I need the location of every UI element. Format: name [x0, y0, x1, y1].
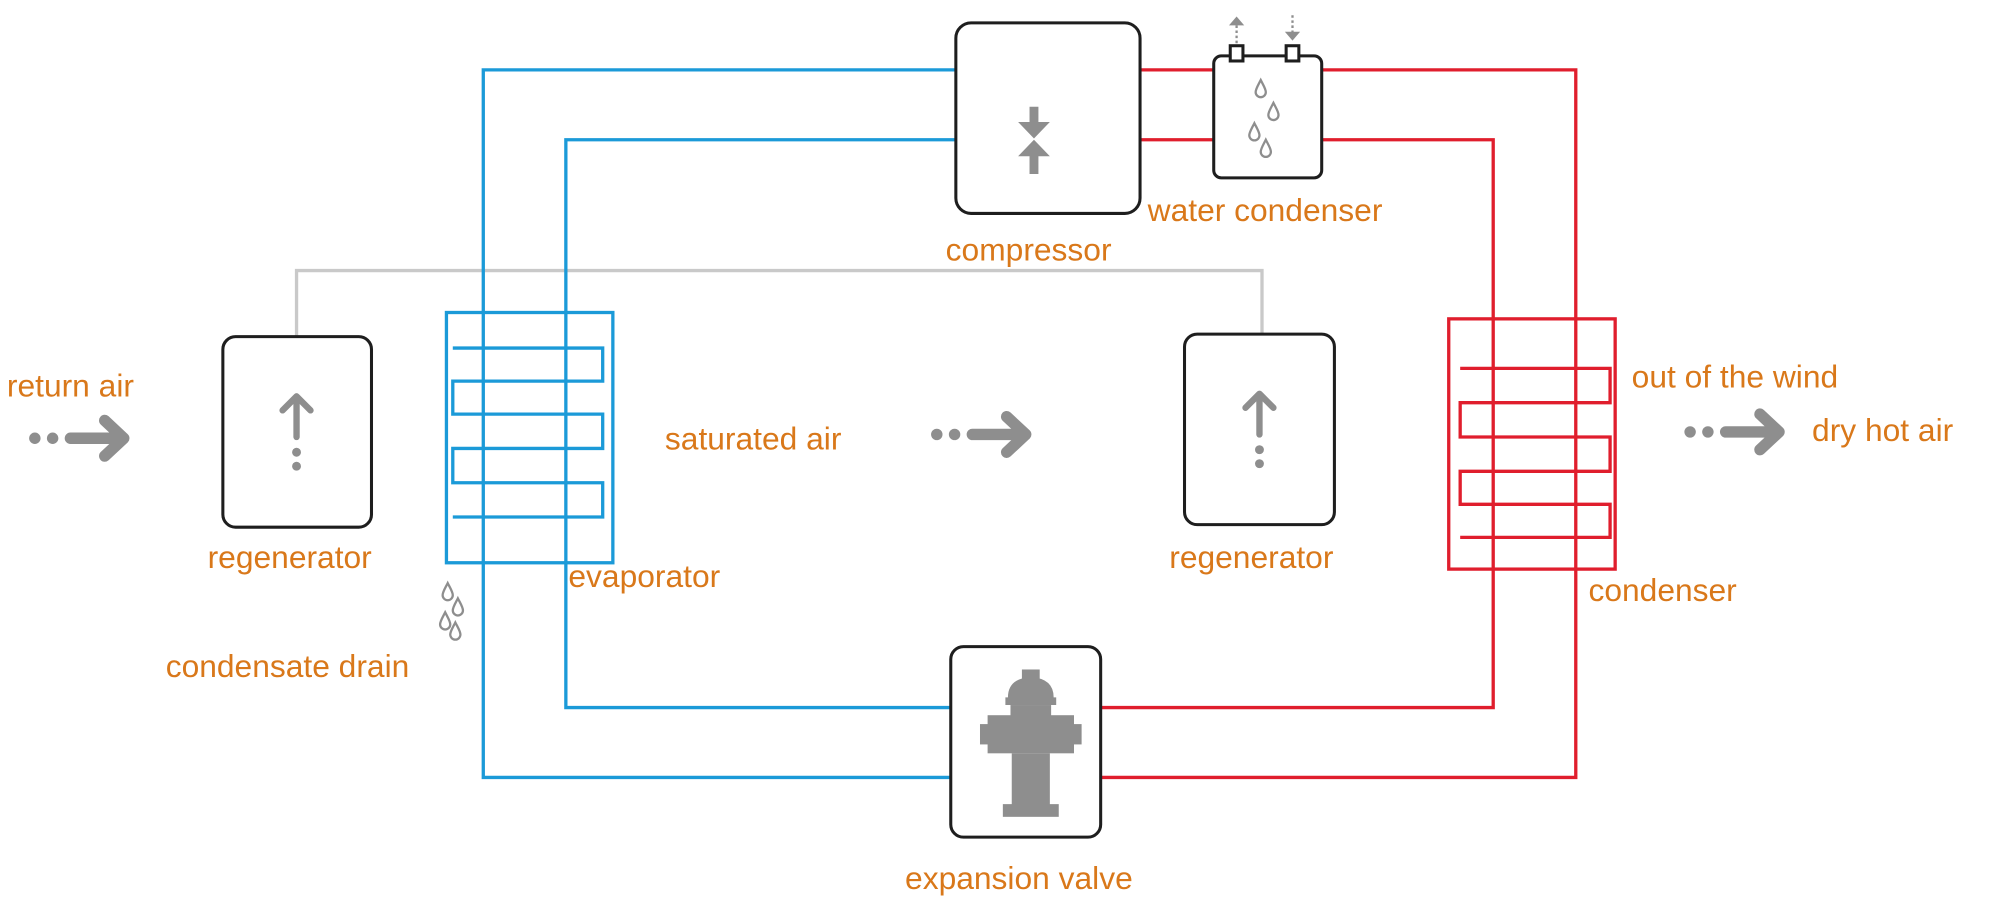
- out-of-the-wind-label: out of the wind: [1632, 358, 1839, 394]
- condenser-coil: [1458, 366, 1612, 540]
- hot-loop-outer-pipe: [1100, 68, 1578, 780]
- evaporator-frame: [444, 310, 615, 565]
- water-inlet-nozzle: [1284, 44, 1301, 63]
- dry-hot-air-arrow-icon: [1684, 414, 1779, 450]
- dry-hot-air-label: dry hot air: [1812, 412, 1954, 448]
- condenser-label: condenser: [1588, 572, 1737, 608]
- condenser-frame: [1447, 317, 1617, 571]
- condensate-drain-label: condensate drain: [166, 648, 410, 684]
- water-condenser-label: water condenser: [1147, 192, 1383, 228]
- evaporator: [444, 310, 615, 565]
- return-air-label: return air: [7, 367, 134, 403]
- water-condenser: [1212, 15, 1324, 180]
- water-in-arrow-icon: [1284, 15, 1301, 41]
- return-air-arrow-icon: [29, 420, 124, 456]
- water-outlet-nozzle: [1228, 44, 1245, 63]
- compressor-label: compressor: [946, 231, 1112, 267]
- regenerator-right-label: regenerator: [1169, 539, 1334, 575]
- water-out-arrow-icon: [1228, 16, 1245, 44]
- condenser: [1447, 317, 1617, 571]
- heat-pump-dryer-diagram: return air regenerator evaporator conden…: [0, 0, 1993, 921]
- regenerator-right: [1182, 332, 1336, 527]
- expansion-valve: [949, 645, 1103, 839]
- regenerator-left: [221, 335, 374, 529]
- evaporator-label: evaporator: [568, 558, 720, 594]
- compressor-box: [954, 21, 1142, 215]
- air-duct-line: [294, 268, 1264, 337]
- compressor: [954, 21, 1142, 215]
- condensate-drops-icon: [438, 581, 465, 641]
- saturated-air-arrow-icon: [931, 417, 1026, 453]
- expansion-valve-label: expansion valve: [905, 860, 1133, 896]
- saturated-air-label: saturated air: [665, 421, 842, 457]
- regenerator-left-label: regenerator: [208, 539, 373, 575]
- evaporator-coil: [451, 346, 605, 519]
- diagram-canvas: return air regenerator evaporator conden…: [7, 15, 1954, 896]
